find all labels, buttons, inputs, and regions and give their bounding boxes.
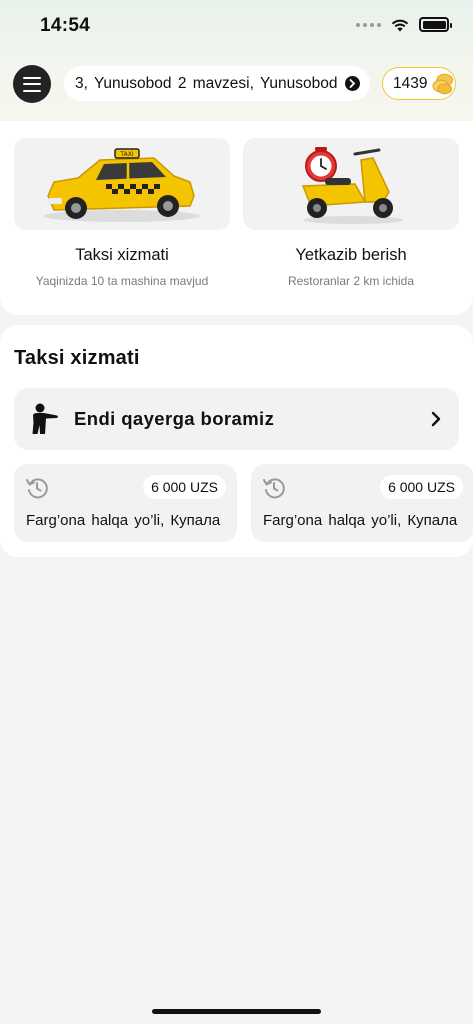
history-icon — [263, 478, 285, 499]
chevron-right-icon — [431, 411, 441, 427]
trip-price: 6 000 UZS — [380, 475, 463, 499]
address-text: 3, Yunusobod 2 mavzesi, Yunusobod — [75, 74, 338, 92]
pointing-person-icon — [32, 403, 58, 434]
coins-badge[interactable]: 1439 — [382, 67, 456, 100]
trip-price: 6 000 UZS — [143, 475, 226, 499]
service-title: Taksi xizmati — [75, 246, 169, 264]
recent-trip-card[interactable]: 6 000 UZS Farg’ona halqa yo’li, Купала — [14, 464, 237, 542]
section-title: Taksi xizmati — [14, 347, 140, 369]
where-to-label: Endi qayerga boramiz — [74, 408, 431, 430]
where-to-button[interactable]: Endi qayerga boramiz — [14, 388, 459, 450]
status-icons — [356, 17, 452, 32]
delivery-scooter-icon — [301, 147, 403, 224]
address-bar[interactable]: 3, Yunusobod 2 mavzesi, Yunusobod — [64, 66, 370, 101]
service-subtitle: Restoranlar 2 km ichida — [287, 274, 415, 288]
service-delivery[interactable]: Yetkazib berish Restoranlar 2 km ichida — [243, 138, 459, 288]
taxi-image: TAXI — [14, 138, 230, 230]
services-card: TAXI Taksi xizmati Yaqinizda 10 ta mashi… — [0, 121, 473, 315]
recent-trip-card[interactable]: 6 000 UZS Farg’ona halqa yo’li, Купала — [251, 464, 473, 542]
signal-icon — [356, 22, 381, 27]
chevron-right-icon — [345, 76, 360, 91]
menu-button[interactable] — [13, 65, 51, 103]
battery-icon — [419, 17, 452, 32]
service-title: Yetkazib berish — [295, 246, 407, 264]
header-area: 14:54 3, Yunusobod 2 mavzesi, Yunusobod … — [0, 0, 473, 121]
wifi-icon — [391, 19, 409, 31]
trip-address: Farg’ona halqa yo’li, Купала — [263, 512, 458, 529]
delivery-image — [243, 138, 459, 230]
trip-address: Farg’ona halqa yo’li, Купала — [26, 512, 221, 529]
service-taxi[interactable]: TAXI Taksi xizmati Yaqinizda 10 ta mashi… — [14, 138, 230, 288]
taxi-car-icon: TAXI — [44, 148, 200, 222]
home-indicator[interactable] — [152, 1009, 321, 1014]
coin-stack-icon — [432, 73, 454, 94]
service-subtitle: Yaqinizda 10 ta mashina mavjud — [35, 274, 209, 288]
status-time: 14:54 — [40, 15, 91, 36]
coins-value: 1439 — [393, 74, 428, 92]
svg-text:TAXI: TAXI — [119, 151, 133, 158]
taxi-section: Taksi xizmati Endi qayerga boramiz 6 000… — [0, 325, 473, 557]
history-icon — [26, 478, 48, 499]
